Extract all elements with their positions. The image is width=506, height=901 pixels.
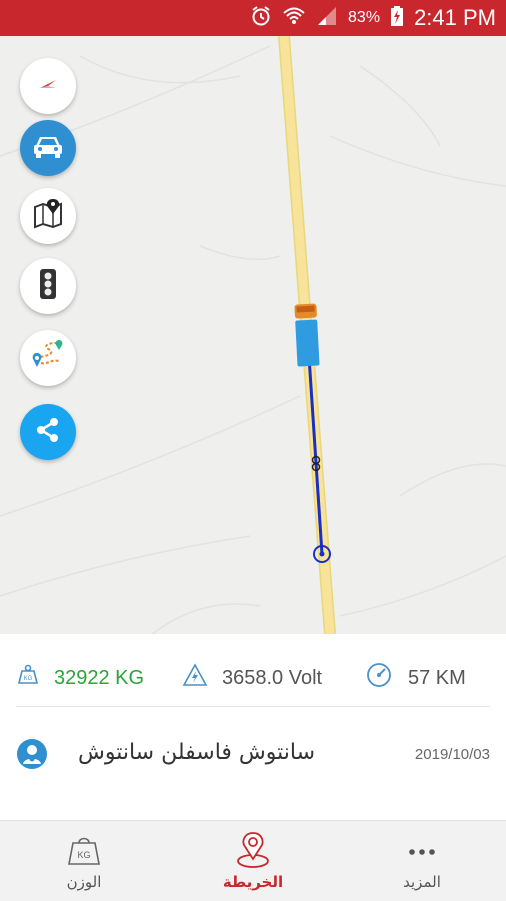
tab-more-label: المزيد — [403, 873, 441, 891]
clock: 2:41 PM — [414, 5, 496, 30]
stats-row: KG 32922 KG 3658.0 Volt 57 KM — [0, 656, 506, 700]
status-icons: 83% 2:41 PM — [250, 0, 496, 36]
wifi-icon — [282, 5, 306, 32]
vehicle-info-panel: KG 32922 KG 3658.0 Volt 57 KM سانتوش فاس… — [0, 634, 506, 820]
tab-map-label: الخريطة — [222, 873, 284, 891]
map-view[interactable] — [0, 36, 506, 634]
driver-name: سانتوش فاسفلن سانتوش — [78, 740, 316, 765]
kg-weight-icon: KG — [66, 833, 102, 872]
truck-marker — [294, 303, 320, 367]
tab-weight[interactable]: KG الوزن — [24, 821, 144, 901]
report-date: 2019/10/03 — [414, 746, 490, 763]
voltage-stat: 3658.0 Volt — [182, 656, 322, 700]
tab-weight-label: الوزن — [66, 873, 102, 891]
signal-icon — [316, 5, 338, 32]
voltage-icon — [182, 663, 208, 693]
car-icon — [31, 132, 65, 165]
share-icon — [34, 416, 62, 449]
driver-icon — [16, 738, 48, 775]
tab-more[interactable]: المزيد — [362, 821, 482, 901]
alarm-icon — [250, 5, 272, 32]
distance-stat: 57 KM — [366, 656, 466, 700]
map-layer-button[interactable] — [20, 188, 76, 244]
distance-value: 57 KM — [408, 666, 466, 689]
status-bar: 83% 2:41 PM — [0, 0, 506, 36]
weight-stat: KG 32922 KG — [16, 656, 144, 700]
traffic-button[interactable] — [20, 258, 76, 314]
driver-row: سانتوش فاسفلن سانتوش 2019/10/03 — [0, 734, 506, 778]
more-dots-icon — [408, 843, 436, 861]
route-icon — [29, 339, 67, 378]
svg-text:KG: KG — [24, 676, 33, 682]
voltage-value: 3658.0 Volt — [222, 666, 323, 689]
share-button[interactable] — [20, 404, 76, 460]
vehicle-button[interactable] — [20, 120, 76, 176]
weight-value: 32922 KG — [54, 666, 145, 689]
kg-weight-icon: KG — [16, 663, 40, 693]
compass-icon — [36, 72, 60, 101]
tab-map[interactable]: الخريطة — [193, 821, 313, 901]
battery-percent: 83% — [348, 9, 381, 26]
svg-text:KG: KG — [77, 850, 90, 860]
map-pin-icon — [31, 197, 65, 236]
bottom-tab-bar: KG الوزن الخريطة المزيد — [0, 820, 506, 901]
map-location-icon — [234, 831, 272, 874]
battery-charging-icon — [390, 5, 404, 32]
traffic-light-icon — [37, 267, 59, 306]
info-divider — [16, 706, 490, 707]
compass-button[interactable] — [20, 58, 76, 114]
map-canvas — [0, 36, 506, 634]
speedometer-icon — [366, 662, 392, 694]
route-history-button[interactable] — [20, 330, 76, 386]
